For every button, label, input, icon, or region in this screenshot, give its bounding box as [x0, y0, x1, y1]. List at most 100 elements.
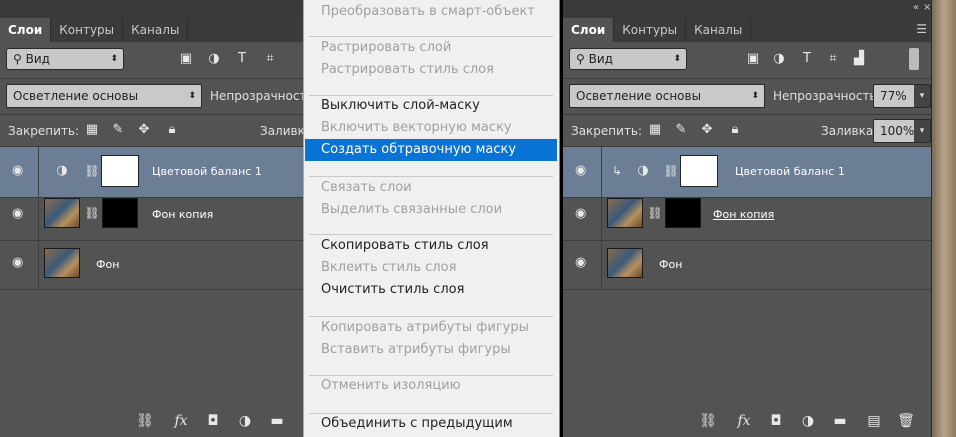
new-adjustment-icon[interactable]: ◑ [799, 413, 817, 429]
layer-mask-thumbnail[interactable] [101, 155, 139, 187]
eye-icon[interactable]: ◉ [575, 164, 591, 177]
lock-label: Закрепить: [8, 124, 80, 138]
chevron-updown-icon: ⬍ [751, 91, 759, 101]
add-mask-icon[interactable]: ◘ [204, 413, 222, 429]
layer-thumbnail[interactable] [607, 248, 643, 278]
tab-layers[interactable]: Слои [563, 18, 615, 42]
eye-icon[interactable]: ◉ [575, 256, 591, 269]
lock-brush-icon[interactable]: ✎ [110, 122, 126, 138]
layer-name[interactable]: Фон копия [152, 208, 213, 221]
link-layers-icon[interactable]: ⛓ [136, 413, 154, 429]
folder-icon[interactable]: ▬ [831, 413, 849, 429]
lock-label: Закрепить: [571, 124, 643, 138]
search-icon: ⚲ [13, 52, 26, 66]
adjustment-layer-icon: ◑ [56, 163, 68, 178]
layer-row-background[interactable]: ◉ Фон [0, 239, 303, 290]
menu-item[interactable]: Объединить с предыдущим [305, 413, 557, 435]
layer-mask-thumbnail[interactable] [665, 198, 701, 228]
layer-row-background-copy[interactable]: ◉ ⛓ Фон копия [563, 190, 931, 241]
menu-item: Отменить изоляцию [321, 378, 461, 393]
filter-kind-label: Вид [25, 52, 50, 66]
menu-item[interactable]: Скопировать стиль слоя [305, 235, 557, 257]
fill-field[interactable]: 100% ▾ [873, 119, 931, 143]
layers-panel-left: Слои Контуры Каналы ⚲ Вид ⬍ ▣ ◑ T ⌗ Осве… [0, 0, 303, 437]
link-layers-icon[interactable]: ⛓ [699, 413, 717, 429]
divider [38, 190, 39, 241]
filter-toggle-switch[interactable] [909, 48, 919, 70]
layer-thumbnail[interactable] [607, 198, 643, 228]
tab-channels[interactable]: Каналы [123, 18, 189, 42]
menu-item[interactable]: Выключить слой-маску [305, 95, 557, 117]
divider [38, 239, 39, 290]
chain-link-icon[interactable]: ⛓ [84, 205, 100, 221]
lock-all-icon[interactable]: 🔒︎ [727, 122, 743, 138]
tab-paths[interactable]: Контуры [614, 18, 687, 42]
adjustment-filter-icon[interactable]: ◑ [206, 51, 222, 67]
type-filter-icon[interactable]: T [234, 51, 250, 67]
layer-mask-thumbnail[interactable] [680, 155, 718, 187]
layer-row-background-copy[interactable]: ◉ ⛓ Фон копия [0, 190, 303, 241]
layer-name[interactable]: Цветовой баланс 1 [735, 165, 845, 178]
eye-icon[interactable]: ◉ [575, 207, 591, 220]
tab-layers[interactable]: Слои [0, 18, 52, 42]
blend-mode-select[interactable]: Осветление основы ⬍ [569, 84, 765, 108]
add-mask-icon[interactable]: ◘ [767, 413, 785, 429]
menu-item: Вставить атрибуты фигуры [321, 342, 511, 357]
eye-icon[interactable]: ◉ [12, 256, 28, 269]
image-filter-icon[interactable]: ▣ [745, 51, 761, 67]
fx-icon[interactable]: fx [172, 413, 190, 429]
blend-mode-select[interactable]: Осветление основы ⬍ [6, 84, 202, 108]
shape-filter-icon[interactable]: ⌗ [262, 51, 278, 67]
lock-transparent-icon[interactable]: ▦ [647, 122, 663, 138]
panel-top-strip [0, 0, 303, 18]
panel-menu-icon[interactable]: ☰ [916, 22, 927, 36]
chevron-down-icon[interactable]: ▾ [914, 85, 930, 107]
trash-icon[interactable]: 🗑︎ [897, 413, 915, 429]
chain-link-icon[interactable]: ⛓ [663, 163, 679, 179]
menu-item[interactable]: Очистить стиль слоя [305, 279, 557, 301]
lock-all-icon[interactable]: 🔒︎ [164, 122, 180, 138]
adjustment-layer-icon: ◑ [637, 163, 649, 178]
chain-link-icon[interactable]: ⛓ [84, 163, 100, 179]
layer-row-background[interactable]: ◉ Фон [563, 239, 931, 290]
lock-move-icon[interactable]: ✥ [136, 122, 152, 138]
smart-object-filter-icon[interactable]: ▟ [851, 51, 867, 67]
menu-item: Преобразовать в смарт-объект [321, 4, 535, 19]
fx-icon[interactable]: fx [735, 413, 753, 429]
layer-name[interactable]: Фон [659, 258, 682, 271]
eye-icon[interactable]: ◉ [12, 164, 28, 177]
layers-panel-right: « × Слои Контуры Каналы ☰ ⚲ Вид ⬍ ▣ ◑ T … [563, 0, 956, 437]
layer-mask-thumbnail[interactable] [102, 198, 138, 228]
type-filter-icon[interactable]: T [799, 51, 815, 67]
collapse-icon[interactable]: « [913, 2, 919, 13]
search-icon: ⚲ [576, 52, 589, 66]
shape-filter-icon[interactable]: ⌗ [825, 51, 841, 67]
lock-move-icon[interactable]: ✥ [699, 122, 715, 138]
layer-name[interactable]: Фон [96, 258, 119, 271]
filter-kind-select[interactable]: ⚲ Вид ⬍ [569, 48, 687, 70]
opacity-field[interactable]: 77% ▾ [873, 84, 931, 108]
menu-item[interactable]: Создать обтравочную маску [305, 139, 557, 161]
eye-icon[interactable]: ◉ [12, 207, 28, 220]
new-layer-icon[interactable]: ▤ [865, 413, 883, 429]
chevron-down-icon[interactable]: ▾ [914, 120, 930, 142]
tab-channels[interactable]: Каналы [686, 18, 752, 42]
menu-item: Связать слои [321, 180, 412, 195]
chevron-updown-icon: ⬍ [188, 91, 196, 101]
lock-brush-icon[interactable]: ✎ [673, 122, 689, 138]
layer-thumbnail[interactable] [44, 248, 80, 278]
adjustment-filter-icon[interactable]: ◑ [771, 51, 787, 67]
panel-bottom-bar: ⛓ fx ◘ ◑ ▬ ▤ 🗑︎ [563, 405, 931, 437]
folder-icon[interactable]: ▬ [268, 413, 286, 429]
layer-thumbnail[interactable] [44, 198, 80, 228]
close-icon[interactable]: × [923, 2, 931, 13]
chevron-updown-icon: ⬍ [673, 54, 681, 64]
lock-transparent-icon[interactable]: ▦ [84, 122, 100, 138]
tab-paths[interactable]: Контуры [51, 18, 124, 42]
new-adjustment-icon[interactable]: ◑ [236, 413, 254, 429]
chain-link-icon[interactable]: ⛓ [647, 205, 663, 221]
layer-name[interactable]: Фон копия [713, 208, 774, 221]
filter-kind-select[interactable]: ⚲ Вид ⬍ [6, 48, 124, 70]
image-filter-icon[interactable]: ▣ [178, 51, 194, 67]
layer-name[interactable]: Цветовой баланс 1 [152, 165, 262, 178]
